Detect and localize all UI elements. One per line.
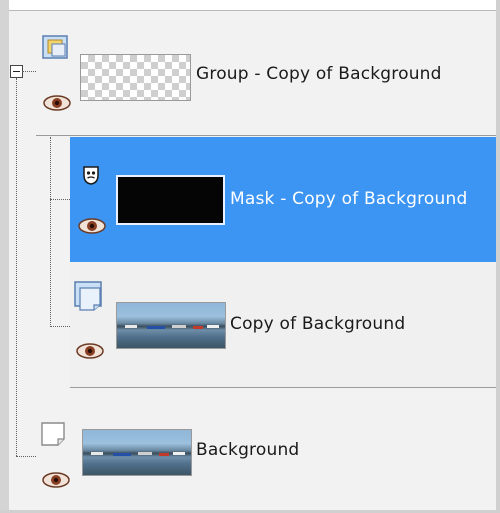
eye-icon[interactable] [42,94,72,116]
mask-layer-icon[interactable] [82,165,100,189]
raster-layer-icon[interactable] [74,281,106,315]
layers-panel: Group - Copy of Background Mask - Copy o… [0,0,500,513]
layer-name: Background [196,440,300,460]
layer-thumbnail [82,429,192,476]
layer-name: Copy of Background [230,314,406,334]
layer-thumbnail [116,302,226,349]
layer-row-background[interactable]: Background [36,389,496,509]
tree-line-background [16,456,36,457]
panel-top-edge [0,0,500,10]
panel-right-border [496,0,500,513]
group-layer-icon[interactable] [42,35,70,65]
layer-row-copy[interactable]: Copy of Background [70,263,496,388]
tree-line-group-children [50,137,51,327]
tree-line-copy [50,326,70,327]
layer-name: Mask - Copy of Background [230,189,468,209]
layer-name: Group - Copy of Background [196,64,442,84]
layer-row-mask[interactable]: Mask - Copy of Background [70,137,496,262]
eye-icon[interactable] [41,471,71,493]
eye-icon[interactable] [75,342,105,364]
tree-line-root [16,78,17,456]
tree-line-group [22,71,36,72]
layer-thumbnail [80,54,191,101]
panel-left-border [0,0,9,513]
layer-thumbnail [116,175,225,225]
raster-layer-icon[interactable] [40,421,70,451]
eye-icon[interactable] [77,217,107,239]
layer-row-group[interactable]: Group - Copy of Background [36,11,496,136]
tree-line-mask [50,199,70,200]
